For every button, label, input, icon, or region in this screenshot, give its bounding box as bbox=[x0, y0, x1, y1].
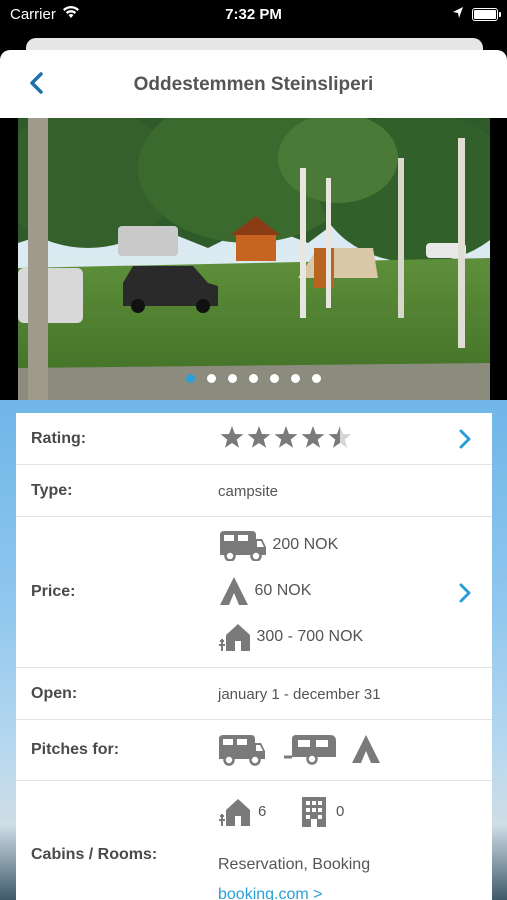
motorhome-icon bbox=[219, 735, 265, 766]
clock: 7:32 PM bbox=[225, 6, 282, 23]
page-dot[interactable] bbox=[291, 374, 300, 383]
booking-link[interactable]: booking.com > bbox=[218, 886, 323, 900]
status-bar: Carrier 7:32 PM bbox=[0, 0, 507, 30]
price-cabin-value: 300 - 700 NOK bbox=[256, 628, 364, 646]
open-label: Open: bbox=[31, 685, 78, 702]
navigation-header: Oddestemmen Steinsliperi bbox=[0, 50, 507, 118]
location-arrow-icon bbox=[453, 7, 463, 18]
rooms-count: 0 bbox=[336, 803, 345, 820]
page-dot[interactable] bbox=[270, 374, 279, 383]
open-row: Open: january 1 - december 31 bbox=[16, 668, 492, 720]
type-row: Type: campsite bbox=[16, 465, 492, 517]
cabin-icon bbox=[219, 799, 250, 826]
campsite-photo bbox=[18, 118, 490, 400]
page-dot[interactable] bbox=[207, 374, 216, 383]
price-row[interactable]: Price: 200 NOK 60 NOK 300 - 700 NOK bbox=[16, 517, 492, 668]
tent-icon bbox=[352, 735, 380, 763]
pitches-row: Pitches for: bbox=[16, 720, 492, 781]
cabins-label: Cabins / Rooms: bbox=[31, 846, 158, 863]
cabin-icon bbox=[219, 624, 250, 651]
page-title: Oddestemmen Steinsliperi bbox=[133, 74, 374, 95]
building-icon bbox=[302, 797, 326, 827]
cabins-row: Cabins / Rooms: 6 0 Reservation, Booking… bbox=[16, 781, 492, 900]
star-icon bbox=[220, 426, 244, 448]
pitches-label: Pitches for: bbox=[31, 741, 120, 758]
type-value: campsite bbox=[218, 483, 279, 500]
price-chevron-icon[interactable] bbox=[458, 583, 472, 603]
type-label: Type: bbox=[31, 482, 73, 499]
tent-icon bbox=[220, 577, 248, 605]
star-icon bbox=[274, 426, 298, 448]
page-dot[interactable] bbox=[312, 374, 321, 383]
rating-label: Rating: bbox=[31, 430, 87, 447]
page-dot[interactable] bbox=[186, 374, 195, 383]
cabins-count: 6 bbox=[258, 803, 267, 820]
campsite-info-card: Rating: Type: campsite Price: 200 NOK 60… bbox=[16, 413, 492, 900]
page-dot[interactable] bbox=[228, 374, 237, 383]
battery-icon bbox=[472, 8, 501, 21]
caravan-icon bbox=[284, 735, 336, 765]
rating-chevron-icon[interactable] bbox=[458, 429, 472, 449]
star-icon bbox=[301, 426, 325, 448]
open-value: january 1 - december 31 bbox=[218, 686, 381, 703]
rating-stars bbox=[220, 426, 352, 448]
price-motorhome: 200 NOK bbox=[218, 529, 339, 562]
page-dot[interactable] bbox=[249, 374, 258, 383]
gallery-page-indicator bbox=[0, 374, 507, 383]
reservation-text: Reservation, Booking bbox=[218, 856, 371, 873]
price-tent-value: 60 NOK bbox=[254, 582, 312, 600]
price-motorhome-value: 200 NOK bbox=[272, 536, 339, 554]
price-cabin: 300 - 700 NOK bbox=[218, 621, 363, 653]
star-icon bbox=[328, 426, 352, 448]
rating-row[interactable]: Rating: bbox=[16, 413, 492, 465]
motorhome-icon bbox=[220, 531, 266, 562]
star-icon bbox=[247, 426, 271, 448]
price-tent: 60 NOK bbox=[218, 575, 311, 607]
photo-gallery[interactable] bbox=[0, 118, 507, 400]
price-label: Price: bbox=[31, 583, 76, 600]
